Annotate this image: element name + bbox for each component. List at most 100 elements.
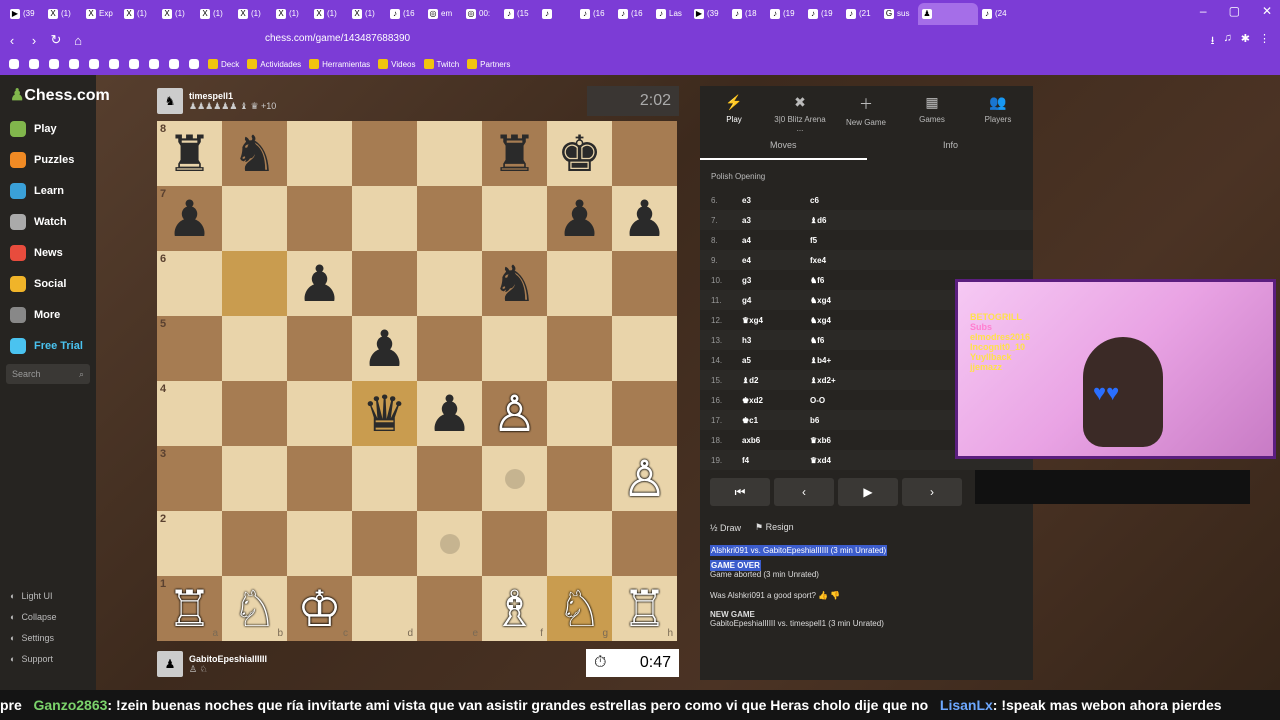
board-square-g8[interactable]: ♚: [547, 121, 612, 186]
top-player-name[interactable]: timespell1: [189, 91, 276, 101]
board-square-c7[interactable]: [287, 186, 352, 251]
sidebar-bottom-item[interactable]: ◐ Support: [10, 654, 53, 664]
back-icon[interactable]: ‹: [2, 33, 22, 48]
move-san[interactable]: O-O: [810, 396, 825, 405]
move-san[interactable]: axb6: [742, 436, 760, 445]
board-square-a1[interactable]: ♖ 1 a: [157, 576, 222, 641]
sidebar-item[interactable]: Social: [10, 276, 66, 292]
chess-piece[interactable]: ♟: [362, 324, 407, 374]
board-square-h7[interactable]: ♟: [612, 186, 677, 251]
chess-piece[interactable]: ♙: [492, 389, 537, 439]
sidebar-item[interactable]: More: [10, 307, 60, 323]
move-san[interactable]: f5: [810, 236, 817, 245]
board-square-c6[interactable]: ♟: [287, 251, 352, 316]
sidebar-bottom-item[interactable]: ◐ Settings: [10, 633, 54, 643]
minimize-icon[interactable]: –: [1200, 4, 1207, 18]
move-san[interactable]: ♚c1: [742, 416, 758, 425]
legal-move-dot[interactable]: [439, 533, 460, 554]
browser-tab[interactable]: ♪: [538, 3, 576, 25]
board-square-h1[interactable]: ♖ h: [612, 576, 677, 641]
chess-piece[interactable]: ♔: [297, 584, 342, 634]
board-square-e7[interactable]: [417, 186, 482, 251]
board-square-h8[interactable]: [612, 121, 677, 186]
forward-icon[interactable]: ›: [24, 33, 44, 48]
move-san[interactable]: fxe4: [810, 256, 826, 265]
browser-tab[interactable]: ♪ (24: [978, 3, 1016, 25]
board-square-f7[interactable]: [482, 186, 547, 251]
browser-tab[interactable]: ♟: [918, 2, 978, 25]
extension-shortcut-icon[interactable]: [49, 59, 59, 69]
sidebar-item[interactable]: Free Trial: [10, 338, 83, 354]
board-square-g2[interactable]: [547, 511, 612, 576]
board-square-h2[interactable]: [612, 511, 677, 576]
browser-tab[interactable]: ♪ (21: [842, 3, 880, 25]
board-square-b7[interactable]: [222, 186, 287, 251]
board-square-f1[interactable]: ♗ f: [482, 576, 547, 641]
board-square-d6[interactable]: [352, 251, 417, 316]
board-square-h3[interactable]: ♙: [612, 446, 677, 511]
sidebar-item[interactable]: Play: [10, 121, 57, 137]
sidebar-search-input[interactable]: Search ⌕: [6, 364, 90, 384]
browser-tab[interactable]: ♪ (19: [804, 3, 842, 25]
move-san[interactable]: g3: [742, 276, 751, 285]
board-square-e5[interactable]: [417, 316, 482, 381]
sidebar-item[interactable]: News: [10, 245, 63, 261]
panel-tab[interactable]: 👥 Players: [968, 94, 1028, 124]
extension-shortcut-icon[interactable]: [149, 59, 159, 69]
avatar[interactable]: ♞: [157, 88, 183, 114]
chess-piece[interactable]: ♘: [557, 584, 602, 634]
extension-shortcut-icon[interactable]: [189, 59, 199, 69]
board-square-g4[interactable]: [547, 381, 612, 446]
browser-tab[interactable]: ♪ (16: [386, 3, 424, 25]
avatar[interactable]: ♟: [157, 651, 183, 677]
legal-move-dot[interactable]: [504, 468, 525, 489]
move-san[interactable]: ♝b4+: [810, 356, 831, 365]
board-square-f2[interactable]: [482, 511, 547, 576]
move-san[interactable]: ♞xg4: [810, 296, 831, 305]
chess-piece[interactable]: ♟: [297, 259, 342, 309]
bottom-player-name[interactable]: GabitoEpeshialIIIII: [189, 654, 267, 664]
sidebar-bottom-item[interactable]: ◐ Light UI: [10, 591, 52, 601]
board-square-b8[interactable]: ♞: [222, 121, 287, 186]
chess-piece[interactable]: ♗: [492, 584, 537, 634]
board-square-d2[interactable]: [352, 511, 417, 576]
chess-piece[interactable]: ♛: [362, 389, 407, 439]
panel-tab[interactable]: ＋ New Game: [836, 94, 896, 127]
chess-piece[interactable]: ♜: [492, 129, 537, 179]
extension-shortcut-icon[interactable]: [89, 59, 99, 69]
download-icon[interactable]: ⭳: [1211, 32, 1215, 51]
board-square-g1[interactable]: ♘ g: [547, 576, 612, 641]
move-san[interactable]: f4: [742, 456, 749, 465]
bookmark-item[interactable]: Videos: [376, 59, 417, 69]
chess-piece[interactable]: ♟: [167, 194, 212, 244]
board-square-c1[interactable]: ♔ c: [287, 576, 352, 641]
move-san[interactable]: ♝d6: [810, 216, 827, 225]
board-square-e2[interactable]: [417, 511, 482, 576]
tab-moves[interactable]: Moves: [770, 140, 797, 150]
move-san[interactable]: e3: [742, 196, 751, 205]
browser-tab[interactable]: ♪ (19: [766, 3, 804, 25]
move-san[interactable]: ♞xg4: [810, 316, 831, 325]
board-square-a2[interactable]: 2: [157, 511, 222, 576]
chess-piece[interactable]: ♘: [232, 584, 277, 634]
extension-shortcut-icon[interactable]: [109, 59, 119, 69]
board-square-h6[interactable]: [612, 251, 677, 316]
extension-shortcut-icon[interactable]: [129, 59, 139, 69]
board-square-b3[interactable]: [222, 446, 287, 511]
next-move-button[interactable]: ›: [902, 478, 962, 506]
bookmark-item[interactable]: Actividades: [245, 59, 303, 69]
board-square-a3[interactable]: 3: [157, 446, 222, 511]
bookmark-item[interactable]: Herramientas: [307, 59, 372, 69]
browser-tab[interactable]: X Exp: [82, 3, 120, 25]
chess-piece[interactable]: ♟: [557, 194, 602, 244]
board-square-g5[interactable]: [547, 316, 612, 381]
move-san[interactable]: h3: [742, 336, 751, 345]
board-square-f3[interactable]: [482, 446, 547, 511]
browser-tab[interactable]: X (1): [196, 3, 234, 25]
browser-tab[interactable]: X (1): [158, 3, 196, 25]
move-san[interactable]: e4: [742, 256, 751, 265]
browser-tab[interactable]: ▶ (39: [690, 3, 728, 25]
browser-tab[interactable]: Gsus: [880, 3, 918, 25]
extension-shortcut-icon[interactable]: [9, 59, 19, 69]
thumbs-down-icon[interactable]: 👎: [830, 591, 840, 600]
